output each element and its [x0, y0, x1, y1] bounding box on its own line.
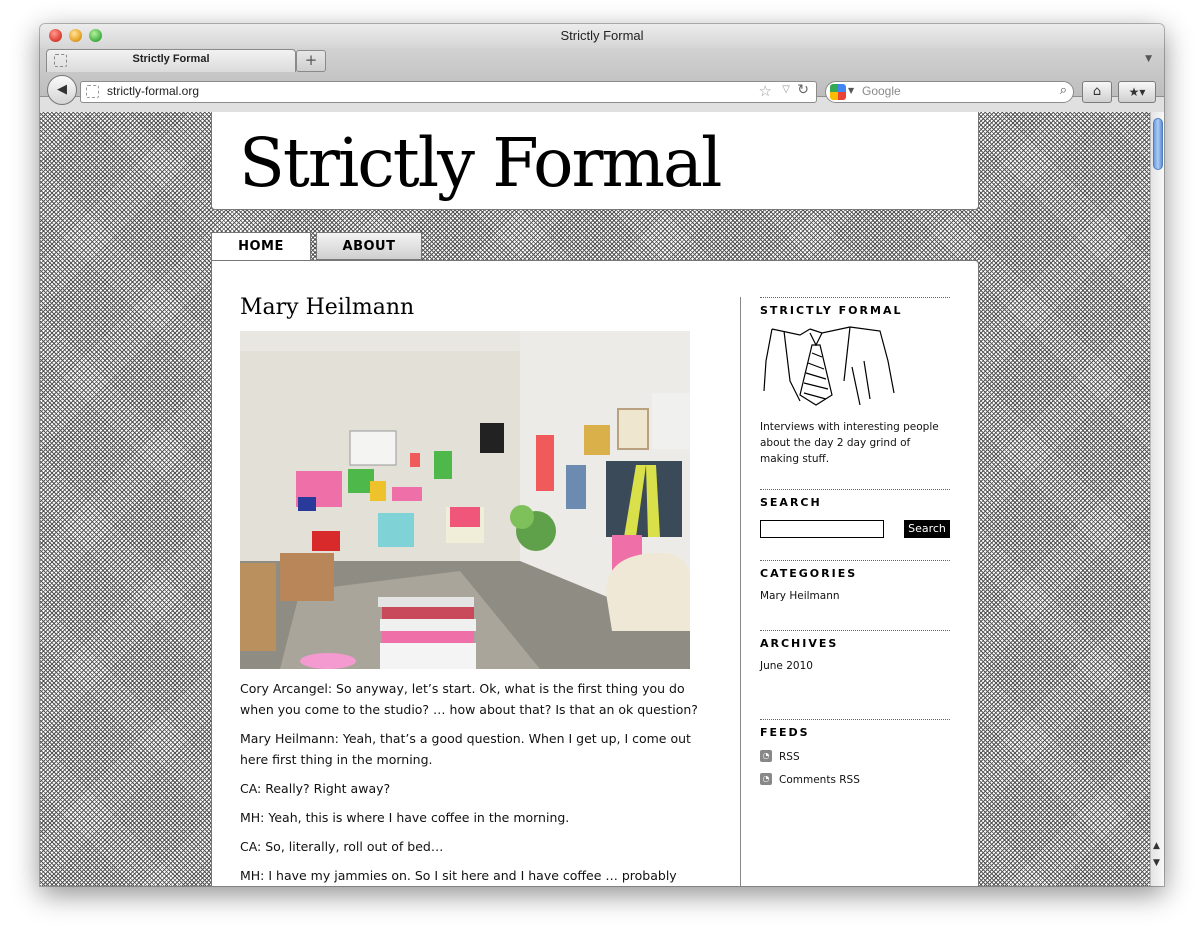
sidebar-about-description: Interviews with interesting people about…	[760, 421, 939, 465]
site-search-button[interactable]: Search	[904, 520, 950, 538]
scrollbar-thumb[interactable]	[1153, 118, 1163, 170]
rss-feed-label[interactable]: RSS	[779, 749, 800, 765]
post-paragraph: Cory Arcangel: So anyway, let’s start. O…	[240, 681, 698, 717]
site-identity-icon[interactable]	[86, 85, 99, 98]
post-image-studio-photo	[240, 331, 690, 669]
vertical-scrollbar[interactable]: ▲ ▼	[1150, 112, 1164, 886]
back-button[interactable]: ◀	[47, 75, 77, 105]
sidebar-feeds-heading: FEEDS	[760, 726, 810, 739]
rss-icon: ◔	[760, 750, 772, 762]
bookmarks-menu-button[interactable]: ★▾	[1118, 81, 1156, 103]
category-link[interactable]: Mary Heilmann	[760, 588, 950, 604]
studio-photo-illustration	[240, 331, 690, 669]
post-paragraph: Mary Heilmann: Yeah, that’s a good quest…	[240, 731, 691, 767]
site-search-input[interactable]	[760, 520, 884, 538]
sidebar-about-heading: STRICTLY FORMAL	[760, 304, 903, 317]
sidebar-about-section: STRICTLY FORMAL Interviews with interest…	[760, 297, 950, 467]
window-title: Strictly Formal	[560, 28, 644, 43]
nav-tab-home[interactable]: HOME	[211, 232, 311, 261]
post-title[interactable]: Mary Heilmann	[240, 295, 414, 320]
sidebar-feeds-section: FEEDS ◔ RSS ◔ Comments RSS	[760, 719, 950, 800]
post-paragraph: MH: Yeah, this is where I have coffee in…	[240, 810, 570, 825]
comments-rss-feed-label[interactable]: Comments RSS	[779, 772, 860, 788]
content-area: Mary Heilmann Cory Arcangel: So anyway, …	[211, 260, 979, 886]
search-placeholder[interactable]: Google	[862, 84, 901, 98]
reload-icon[interactable]: ↻	[797, 82, 809, 98]
scroll-down-arrow-icon[interactable]: ▼	[1153, 858, 1160, 868]
post-paragraph: MH: I have my jammies on. So I sit here …	[240, 868, 677, 883]
page-viewport: Strictly Formal HOME ABOUT Mary Heilmann	[40, 112, 1150, 886]
post-paragraph: CA: So, literally, roll out of bed…	[240, 839, 444, 854]
home-button[interactable]: ⌂	[1082, 81, 1112, 103]
bookmark-star-icon[interactable]: ☆	[759, 82, 772, 100]
search-icon[interactable]: ⌕	[1060, 83, 1067, 98]
scroll-up-arrow-icon[interactable]: ▲	[1153, 841, 1160, 851]
search-engine-chevron-icon[interactable]: ▼	[848, 86, 854, 95]
url-history-dropdown-icon[interactable]: ▽	[782, 84, 790, 95]
home-icon: ⌂	[1092, 84, 1102, 99]
search-engine-icon[interactable]	[830, 84, 846, 100]
sidebar-search-section: SEARCH Search	[760, 489, 950, 550]
shirt-and-tie-sketch-icon	[763, 326, 895, 406]
bookmarks-icon: ★▾	[1128, 85, 1146, 99]
post-body: Cory Arcangel: So anyway, let’s start. O…	[240, 678, 710, 886]
site-header: Strictly Formal	[211, 112, 979, 210]
address-bar[interactable]: strictly-formal.org ☆ ▽ ↻	[80, 81, 817, 103]
site-title[interactable]: Strictly Formal	[239, 124, 722, 202]
sidebar-categories-section: CATEGORIES Mary Heilmann	[760, 560, 950, 604]
rss-icon: ◔	[760, 773, 772, 785]
title-bar: Strictly Formal	[40, 24, 1164, 48]
back-arrow-icon: ◀	[57, 82, 67, 97]
browser-window: Strictly Formal Strictly Formal + ▼ ◀ st…	[40, 24, 1164, 886]
sidebar-search-heading: SEARCH	[760, 496, 822, 509]
column-divider	[740, 297, 741, 886]
post-paragraph: CA: Really? Right away?	[240, 781, 391, 796]
sidebar-archives-heading: ARCHIVES	[760, 637, 839, 650]
navigation-toolbar: ◀ strictly-formal.org ☆ ▽ ↻ ▼ Google ⌕ ⌂…	[40, 48, 1164, 105]
sidebar-archives-section: ARCHIVES June 2010	[760, 630, 950, 674]
sidebar-categories-heading: CATEGORIES	[760, 567, 858, 580]
web-search-bar[interactable]: ▼ Google ⌕	[825, 81, 1074, 103]
url-text[interactable]: strictly-formal.org	[107, 84, 199, 98]
archive-link[interactable]: June 2010	[760, 658, 950, 674]
nav-tab-about[interactable]: ABOUT	[316, 232, 422, 260]
